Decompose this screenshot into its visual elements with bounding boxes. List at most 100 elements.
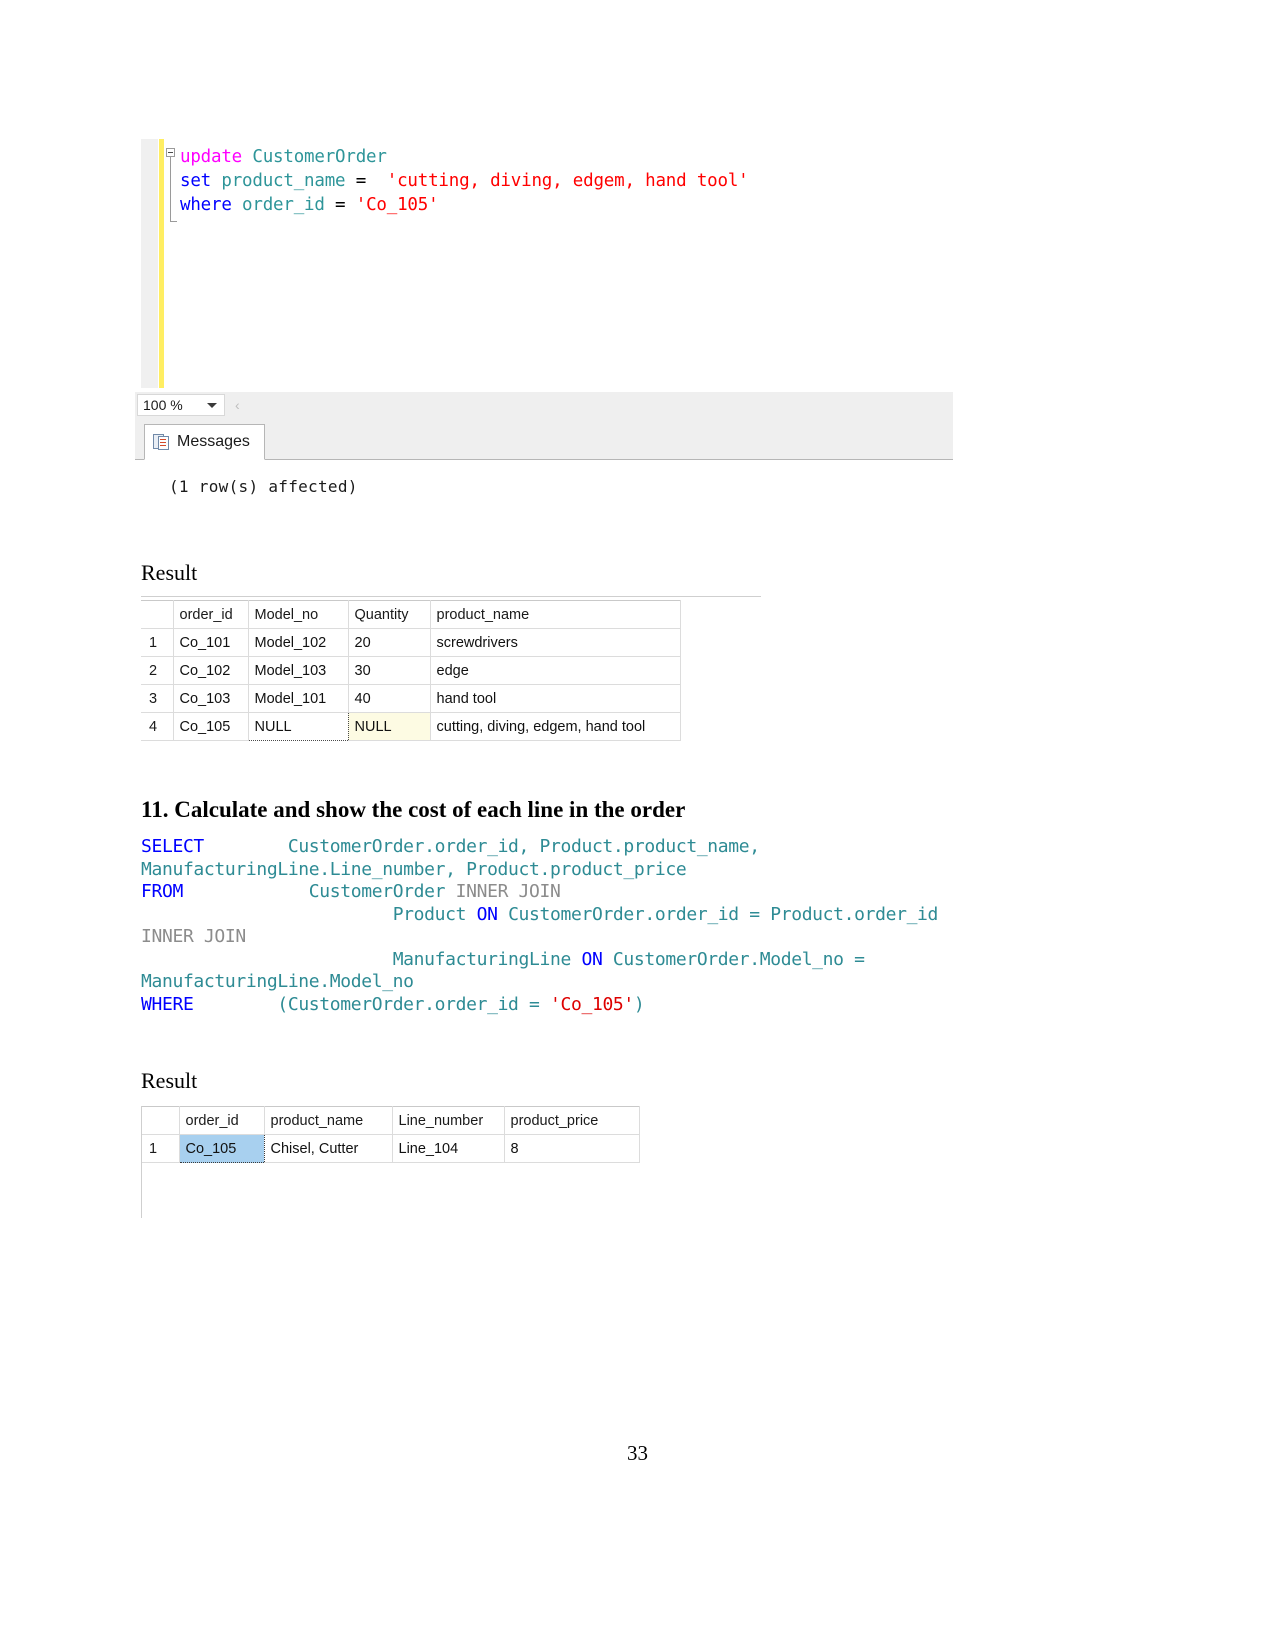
code-line: ManufacturingLine ON CustomerOrder.Model…	[141, 949, 938, 972]
editor-code-text[interactable]: update CustomerOrder set product_name = '…	[180, 139, 953, 388]
cell-quantity[interactable]: 40	[348, 684, 431, 713]
column-header-Line_number[interactable]: Line_number	[392, 1106, 505, 1135]
cell-product_name[interactable]: screwdrivers	[430, 628, 681, 657]
sql-editor-pane[interactable]: update CustomerOrder set product_name = '…	[141, 139, 953, 388]
sql-query-text: SELECT CustomerOrder.order_id, Product.p…	[141, 836, 938, 1016]
cell-quantity[interactable]: 20	[348, 628, 431, 657]
row-number-cell[interactable]: 1	[141, 628, 174, 657]
cell-product_name[interactable]: Chisel, Cutter	[264, 1134, 393, 1163]
cell-model_no[interactable]: NULL	[247, 712, 349, 741]
cell-product_price[interactable]: 8	[504, 1134, 640, 1163]
code-line: WHERE (CustomerOrder.order_id = 'Co_105'…	[141, 994, 938, 1017]
code-line: where order_id = 'Co_105'	[180, 193, 953, 217]
result-1-top-rule	[141, 596, 761, 597]
row-number-cell[interactable]: 3	[141, 684, 174, 713]
cell-model_no[interactable]: Model_103	[248, 656, 349, 685]
column-header-Quantity[interactable]: Quantity	[348, 600, 431, 629]
scroll-left-arrow-icon[interactable]: ‹	[235, 397, 240, 413]
cell-product_name[interactable]: cutting, diving, edgem, hand tool	[430, 712, 681, 741]
code-token: Product	[392, 903, 477, 925]
code-token: ManufacturingLine	[392, 948, 582, 970]
result-grid-2[interactable]: order_id product_name Line_number product_p…	[141, 1106, 640, 1163]
table-header-row: order_id product_name Line_number product_p…	[141, 1106, 640, 1135]
code-token: product_name	[221, 171, 346, 191]
column-header-product_price[interactable]: product_price	[504, 1106, 640, 1135]
code-token: ManufacturingLine.Line_number, Product.p…	[141, 858, 687, 880]
code-token: order_id	[242, 195, 325, 215]
question-heading-11: 11. Calculate and show the cost of each …	[141, 797, 686, 822]
table-row[interactable]: 3 Co_103 Model_101 40 hand tool	[141, 684, 681, 713]
table-row[interactable]: 1 Co_105 Chisel, Cutter Line_104 8	[141, 1134, 640, 1163]
code-line: Product ON CustomerOrder.order_id = Prod…	[141, 903, 939, 927]
code-line: set product_name = 'cutting, diving, edg…	[180, 169, 953, 193]
row-number-cell[interactable]: 4	[141, 712, 174, 741]
corner-header-cell[interactable]	[141, 1106, 180, 1135]
corner-header-cell[interactable]	[141, 600, 174, 629]
zoom-level-value: 100 %	[143, 397, 183, 413]
code-line: ManufacturingLine.Model_no	[141, 971, 938, 994]
column-header-Model_no[interactable]: Model_no	[248, 600, 349, 629]
table-row[interactable]: 4 Co_105 NULL NULL cutting, diving, edgem, h…	[141, 712, 681, 741]
code-token: ON	[476, 903, 498, 925]
code-token: CustomerOrder.order_id = Product.order_i…	[497, 903, 939, 925]
row-number-cell[interactable]: 1	[141, 1134, 180, 1163]
table-header-row: order_id Model_no Quantity product_name	[141, 600, 681, 629]
cell-order_id[interactable]: Co_103	[173, 684, 249, 713]
code-token: )	[633, 993, 645, 1015]
outline-bracket-icon	[170, 157, 177, 222]
table-row[interactable]: 1 Co_101 Model_102 20 screwdrivers	[141, 628, 681, 657]
code-token: (CustomerOrder.order_id =	[277, 993, 551, 1015]
collapse-minus-icon[interactable]	[166, 148, 175, 157]
column-header-product_name[interactable]: product_name	[430, 600, 681, 629]
result-grid-1-body[interactable]: 1 Co_101 Model_102 20 screwdrivers 2 Co_102 Mod…	[141, 628, 681, 741]
column-header-order_id[interactable]: order_id	[179, 1106, 265, 1135]
column-header-product_name[interactable]: product_name	[264, 1106, 393, 1135]
result-grid-2-header: order_id product_name Line_number product_p…	[141, 1106, 640, 1135]
code-line: update CustomerOrder	[180, 145, 953, 169]
messages-icon	[153, 433, 170, 451]
code-token: 'Co_105'	[355, 195, 439, 215]
chevron-down-icon[interactable]	[207, 402, 217, 408]
code-token: update	[180, 147, 243, 167]
cell-order_id[interactable]: Co_102	[173, 656, 249, 685]
code-token: CustomerOrder.Model_no =	[602, 948, 865, 970]
cell-model_no[interactable]: Model_101	[248, 684, 349, 713]
code-token: SELECT	[141, 836, 204, 857]
cell-order_id[interactable]: Co_101	[173, 628, 249, 657]
cell-model_no[interactable]: Model_102	[248, 628, 349, 657]
cell-line_number[interactable]: Line_104	[392, 1134, 505, 1163]
cell-order_id[interactable]: Co_105	[178, 1134, 265, 1163]
code-token: WHERE	[141, 993, 194, 1015]
column-header-order_id[interactable]: order_id	[173, 600, 249, 629]
cell-product_name[interactable]: edge	[430, 656, 681, 685]
result-caption-2: Result	[141, 1068, 198, 1093]
zoom-level-dropdown[interactable]: 100 %	[137, 394, 225, 416]
code-token: FROM	[141, 881, 183, 902]
code-token: ManufacturingLine.Model_no	[141, 971, 414, 992]
result-grid-1[interactable]: order_id Model_no Quantity product_name 1 Co…	[141, 600, 681, 741]
result-2-left-rule	[141, 1106, 142, 1218]
cell-product_name[interactable]: hand tool	[430, 684, 681, 713]
cell-quantity[interactable]: NULL	[348, 712, 431, 741]
tab-messages[interactable]: Messages	[144, 424, 265, 460]
table-row[interactable]: 2 Co_102 Model_103 30 edge	[141, 656, 681, 685]
result-grid-2-body[interactable]: 1 Co_105 Chisel, Cutter Line_104 8	[141, 1134, 640, 1163]
code-token: ON	[581, 948, 603, 970]
code-token: CustomerOrder	[252, 147, 387, 167]
code-token: where	[180, 195, 232, 215]
editor-line-number-gutter	[141, 139, 159, 388]
row-number-cell[interactable]: 2	[141, 656, 174, 685]
cell-quantity[interactable]: 30	[348, 656, 431, 685]
code-line: FROM CustomerOrder INNER JOIN	[141, 881, 938, 904]
results-pane-tabbar: Messages	[135, 418, 953, 460]
cell-order_id[interactable]: Co_105	[173, 712, 249, 741]
editor-outline-column[interactable]	[164, 139, 180, 388]
result-caption-1: Result	[141, 560, 198, 585]
